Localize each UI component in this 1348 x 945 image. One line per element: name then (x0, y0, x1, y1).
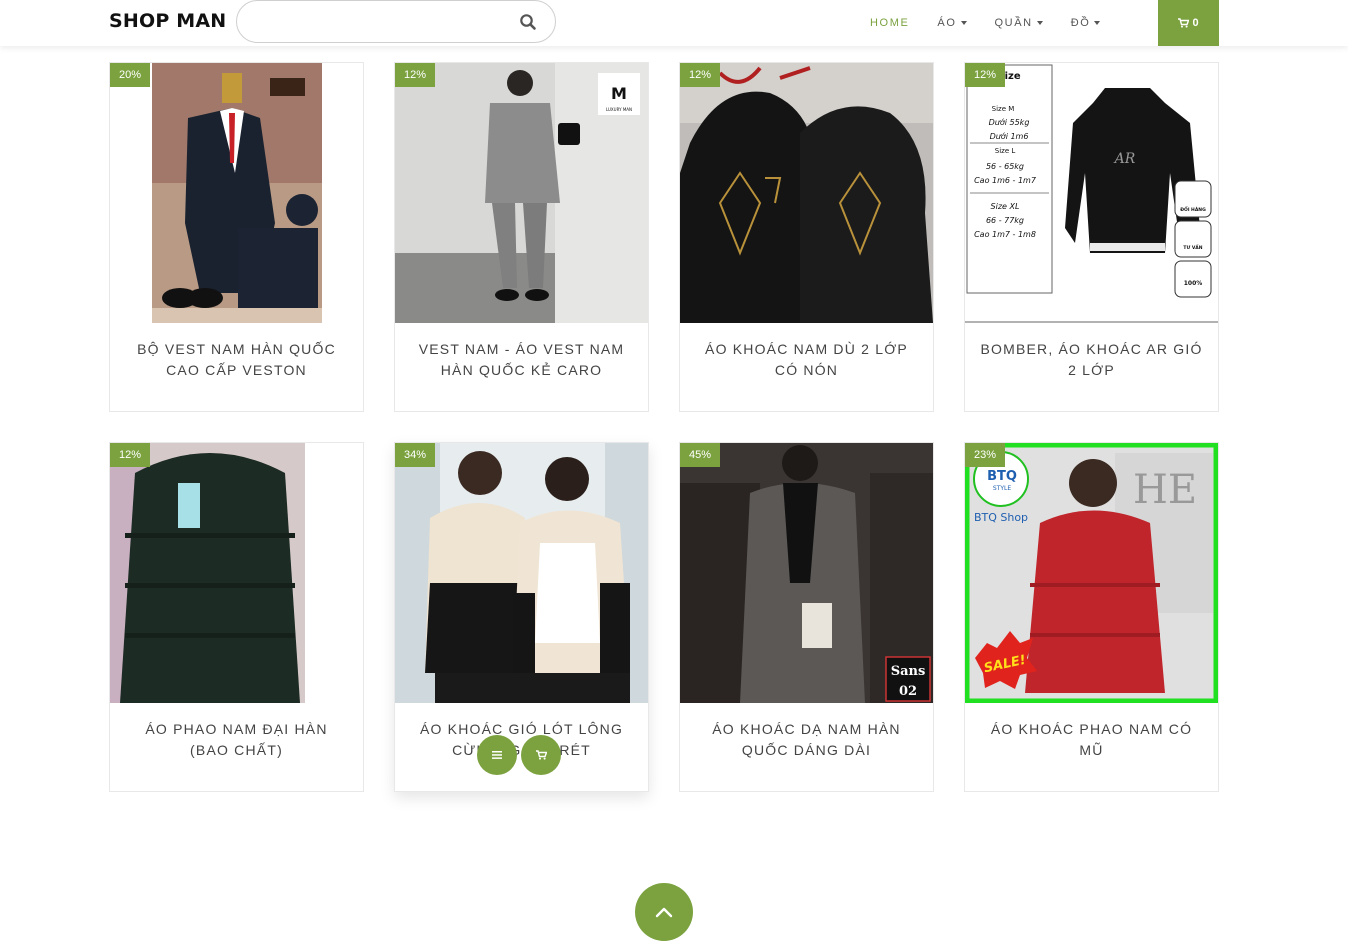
product-image[interactable]: 34% (395, 443, 648, 703)
add-to-cart-button[interactable] (521, 735, 561, 775)
product-card[interactable]: M LUXURY MAN 12% VEST NAM - ÁO VEST NAM … (394, 62, 649, 412)
nav-quan-dropdown[interactable]: QUẦN (981, 0, 1057, 46)
caret-down-icon (1094, 21, 1101, 25)
site-logo[interactable]: SHOP MAN (109, 10, 226, 32)
svg-text:100%: 100% (1184, 280, 1203, 287)
svg-text:Cao 1m6 - 1m7: Cao 1m6 - 1m7 (974, 176, 1037, 185)
cart-count: 0 (1192, 17, 1199, 29)
product-image[interactable]: 12% (680, 63, 933, 323)
back-to-top-button[interactable] (635, 883, 693, 941)
product-card[interactable]: 34% ÁO KHOÁC GIÓ LÓT LÔNG CỪU C G GIÁ RÉ… (394, 442, 649, 792)
svg-text:Dưới 1m6: Dưới 1m6 (990, 131, 1029, 141)
svg-text:Size L: Size L (995, 147, 1016, 155)
product-image[interactable]: 12% (110, 443, 363, 703)
svg-text:Dưới 55kg: Dưới 55kg (989, 117, 1030, 127)
caret-down-icon (960, 21, 967, 25)
cart-icon (1178, 18, 1190, 28)
product-title[interactable]: ÁO KHOÁC NAM DÙ 2 LỚP CÓ NÓN (694, 339, 919, 381)
discount-badge: 12% (110, 443, 151, 467)
discount-badge: 12% (680, 63, 721, 87)
discount-badge: 34% (395, 443, 436, 467)
discount-badge: 20% (110, 63, 151, 87)
product-card[interactable]: 12% ÁO KHOÁC NAM DÙ 2 LỚP CÓ NÓN (679, 62, 934, 412)
product-image[interactable]: Sans 02 45% (680, 443, 933, 703)
product-image[interactable]: Size Size M Dưới 55kg Dưới 1m6 Size L 56… (965, 63, 1218, 323)
product-card[interactable]: Size Size M Dưới 55kg Dưới 1m6 Size L 56… (964, 62, 1219, 412)
product-title[interactable]: BOMBER, ÁO KHOÁC AR GIÓ 2 LỚP (979, 339, 1204, 381)
svg-text:Cao 1m7 - 1m8: Cao 1m7 - 1m8 (974, 230, 1036, 239)
cart-icon (535, 750, 547, 760)
discount-badge: 12% (395, 63, 436, 87)
product-title[interactable]: BỘ VEST NAM HÀN QUỐC CAO CẤP VESTON (124, 339, 349, 381)
product-title[interactable]: ÁO KHOÁC PHAO NAM CÓ MŨ (979, 719, 1204, 761)
svg-text:HE: HE (1133, 467, 1197, 513)
nav-home[interactable]: HOME (856, 0, 923, 46)
menu-icon (492, 751, 502, 759)
svg-text:56 - 65kg: 56 - 65kg (986, 162, 1024, 171)
svg-text:STYLE: STYLE (993, 485, 1011, 492)
svg-text:02: 02 (899, 684, 917, 699)
search-input[interactable] (253, 9, 503, 35)
view-detail-button[interactable] (477, 735, 517, 775)
caret-down-icon (1036, 21, 1043, 25)
svg-text:Size XL: Size XL (991, 202, 1020, 211)
product-image[interactable]: HE BTQ STYLE BTQ Shop SALE! 23% (965, 443, 1218, 703)
product-image[interactable]: M LUXURY MAN 12% (395, 63, 648, 323)
nav-do-dropdown[interactable]: ĐỒ (1057, 0, 1115, 46)
product-title[interactable]: VEST NAM - ÁO VEST NAM HÀN QUỐC KẺ CARO (409, 339, 634, 381)
main-nav: HOME ÁO QUẦN ĐỒ (856, 0, 1114, 46)
nav-ao-dropdown[interactable]: ÁO (923, 0, 980, 46)
svg-text:BTQ: BTQ (987, 469, 1017, 484)
search-box (236, 0, 556, 43)
product-title[interactable]: ÁO PHAO NAM ĐẠI HÀN (BAO CHẤT) (124, 719, 349, 761)
discount-badge: 23% (965, 443, 1006, 467)
product-card[interactable]: 20% BỘ VEST NAM HÀN QUỐC CAO CẤP VESTON (109, 62, 364, 412)
product-image[interactable]: 20% (110, 63, 363, 323)
svg-text:Size M: Size M (992, 105, 1015, 113)
product-title[interactable]: ÁO KHOÁC DẠ NAM HÀN QUỐC DÁNG DÀI (694, 719, 919, 761)
search-icon[interactable] (519, 13, 537, 31)
product-card[interactable]: Sans 02 45% ÁO KHOÁC DẠ NAM HÀN QUỐC DÁN… (679, 442, 934, 792)
svg-text:M: M (611, 84, 627, 103)
svg-text:LUXURY MAN: LUXURY MAN (606, 107, 632, 112)
svg-text:BTQ Shop: BTQ Shop (974, 511, 1028, 524)
discount-badge: 45% (680, 443, 721, 467)
discount-badge: 12% (965, 63, 1006, 87)
svg-text:66 - 77kg: 66 - 77kg (986, 216, 1024, 225)
svg-text:AR: AR (1113, 151, 1136, 167)
chevron-up-icon (655, 907, 673, 918)
product-card[interactable]: HE BTQ STYLE BTQ Shop SALE! 23% ÁO KHOÁC… (964, 442, 1219, 792)
cart-button[interactable]: 0 (1158, 0, 1219, 46)
svg-text:Sans: Sans (891, 664, 926, 679)
top-navbar: SHOP MAN HOME ÁO QUẦN ĐỒ 0 (0, 0, 1348, 46)
product-card[interactable]: 12% ÁO PHAO NAM ĐẠI HÀN (BAO CHẤT) (109, 442, 364, 792)
